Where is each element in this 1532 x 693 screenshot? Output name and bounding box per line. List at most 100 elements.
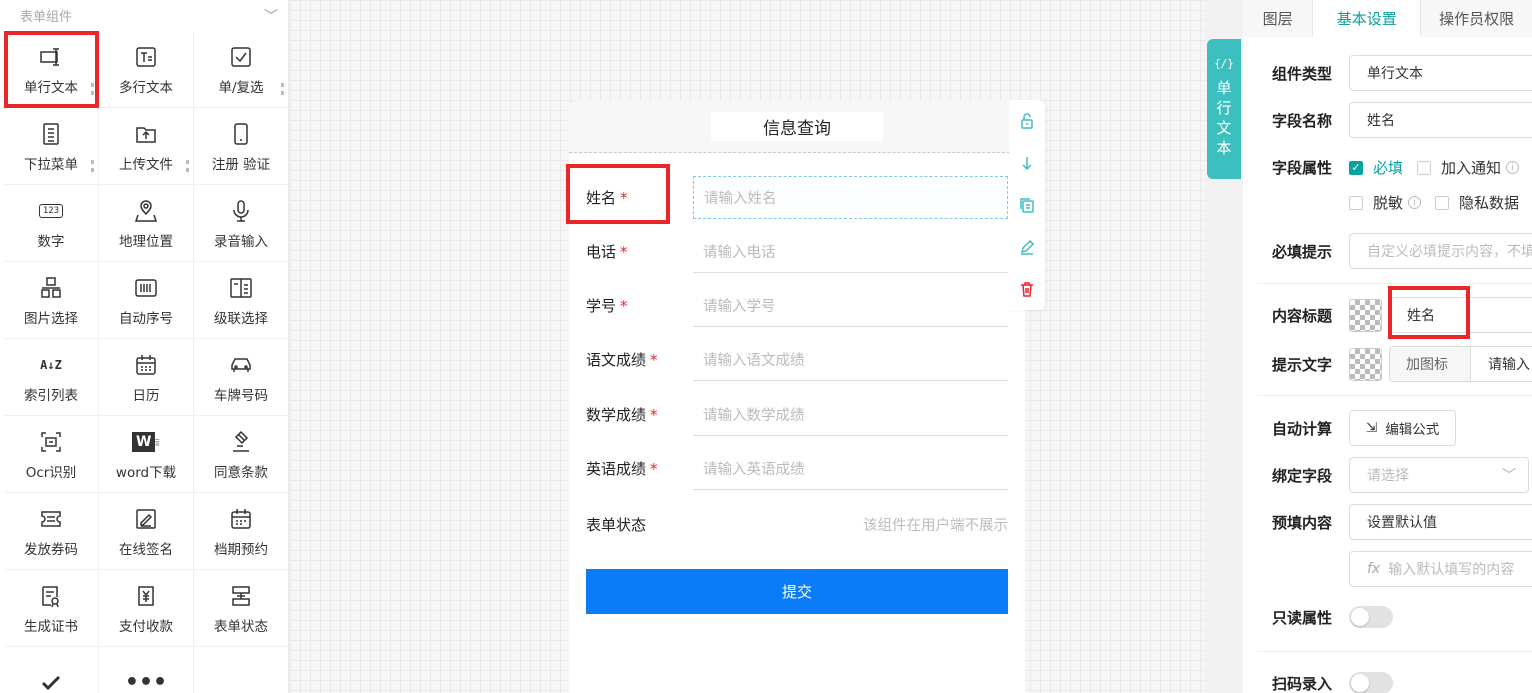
- color-swatch[interactable]: [1349, 347, 1382, 381]
- palette-item-signature[interactable]: 在线签名: [99, 493, 194, 570]
- palette-item-label: 图片选择: [24, 310, 78, 327]
- palette-item-booking[interactable]: 档期预约: [194, 493, 288, 570]
- form-title[interactable]: 信息查询: [711, 111, 883, 141]
- palette-item-label: 单/复选: [218, 79, 264, 96]
- form-preview: 信息查询 姓名 * 请输入姓名 电话 * 请输入电话 学号 * 请输入学号 语文成绩 *…: [566, 100, 1025, 693]
- palette-item-label: 发放券码: [24, 541, 78, 558]
- palette-item-label: 下拉菜单: [24, 156, 78, 173]
- tab-basic-settings[interactable]: 基本设置: [1312, 0, 1422, 37]
- palette-item-image-select[interactable]: 图片选择: [4, 262, 99, 339]
- component-type-tag[interactable]: {/} 单 行 文 本: [1207, 39, 1241, 179]
- palette-item-cascade[interactable]: 级联选择: [194, 262, 288, 339]
- palette-item-location[interactable]: 地理位置: [99, 185, 194, 262]
- palette-item-more[interactable]: •••: [99, 647, 194, 693]
- highlight-box: [1388, 286, 1470, 339]
- palette-item-license-plate[interactable]: 车牌号码: [194, 339, 288, 416]
- dropdown-list-icon: [37, 120, 65, 148]
- field-input[interactable]: 请输入语文成绩: [693, 338, 1008, 381]
- form-field-english-score[interactable]: 英语成绩 * 请输入英语成绩: [586, 447, 1008, 490]
- field-label: 电话 *: [586, 243, 628, 261]
- component-type-label: 组件类型: [1272, 64, 1333, 83]
- palette-item-payment[interactable]: 支付收款: [99, 570, 194, 647]
- palette-header[interactable]: 表单组件 ﹀: [0, 0, 288, 31]
- hint-text-input[interactable]: 请输入: [1471, 346, 1532, 382]
- field-input[interactable]: 请输入姓名: [693, 176, 1008, 219]
- scan-toggle[interactable]: [1349, 672, 1393, 693]
- status-hint: 该组件在用户端不展示: [863, 518, 1008, 534]
- drag-handle-icon[interactable]: [281, 83, 284, 95]
- unlock-icon[interactable]: [1009, 100, 1045, 142]
- prefill-select[interactable]: 设置默认值: [1349, 504, 1532, 540]
- prefill-row: 预填内容 设置默认值: [1272, 504, 1532, 540]
- palette-item-single-line-text[interactable]: 单行文本: [4, 31, 99, 108]
- field-input[interactable]: 请输入数学成绩: [693, 393, 1008, 436]
- palette-item-upload[interactable]: 上传文件: [99, 108, 194, 185]
- add-icon-button[interactable]: 加图标: [1389, 346, 1471, 382]
- form-field-math-score[interactable]: 数学成绩 * 请输入数学成绩: [586, 393, 1008, 436]
- bind-field-select[interactable]: 请选择 ﹀: [1349, 457, 1529, 493]
- palette-item-auto-number[interactable]: 自动序号: [99, 262, 194, 339]
- palette-item-multi-line-text[interactable]: 多行文本: [99, 31, 194, 108]
- palette-item-label: word下载: [115, 464, 177, 481]
- field-input[interactable]: 请输入英语成绩: [693, 447, 1008, 490]
- desensitize-checkbox[interactable]: 脱敏 i: [1349, 192, 1422, 213]
- form-field-status[interactable]: 表单状态 该组件在用户端不展示: [586, 503, 1008, 546]
- palette-item-register-verify[interactable]: 注册 验证: [194, 108, 288, 185]
- gavel-icon: [227, 428, 255, 456]
- component-type-row: 组件类型 单行文本: [1272, 55, 1532, 91]
- palette-item-agree-terms[interactable]: 同意条款: [194, 416, 288, 493]
- form-status-icon: [227, 582, 255, 610]
- palette-item-ocr[interactable]: Ocr识别: [4, 416, 99, 493]
- field-input[interactable]: 请输入电话: [693, 230, 1008, 273]
- field-input[interactable]: 请输入学号: [693, 284, 1008, 327]
- tab-operator-permissions[interactable]: 操作员权限: [1421, 0, 1532, 37]
- palette-item-form-status[interactable]: 表单状态: [194, 570, 288, 647]
- edit-formula-button[interactable]: ⇲ 编辑公式: [1349, 410, 1457, 446]
- palette-item-label: 单行文本: [24, 79, 78, 96]
- palette-item-coupon[interactable]: 发放券码: [4, 493, 99, 570]
- car-icon: [227, 351, 255, 379]
- drag-handle-icon[interactable]: [186, 160, 189, 172]
- palette-item-label: 在线签名: [119, 541, 173, 558]
- palette-item-index-list[interactable]: A↓Z 索引列表: [4, 339, 99, 416]
- tab-layers[interactable]: 图层: [1243, 0, 1313, 37]
- tag-char: 本: [1216, 139, 1232, 157]
- tag-char: 单: [1216, 79, 1232, 97]
- form-field-phone[interactable]: 电话 * 请输入电话: [586, 230, 1008, 273]
- chevron-down-icon[interactable]: ﹀: [264, 6, 278, 26]
- default-value-input[interactable]: fx 输入默认填写的内容: [1349, 551, 1532, 587]
- palette-item-checkbox[interactable]: 单/复选: [194, 31, 288, 108]
- move-down-icon[interactable]: [1009, 142, 1045, 184]
- copy-icon[interactable]: [1009, 184, 1045, 226]
- sort-az-icon: A↓Z: [40, 357, 62, 372]
- palette-item-calendar[interactable]: 日历: [99, 339, 194, 416]
- readonly-toggle[interactable]: [1349, 606, 1393, 628]
- form-field-chinese-score[interactable]: 语文成绩 * 请输入语文成绩: [586, 338, 1008, 381]
- palette-grid: 单行文本 多行文本 单/复选 下拉菜单 上传文件 注册 验证 123 数字 地理…: [0, 31, 288, 693]
- notify-checkbox[interactable]: 加入通知 i: [1417, 157, 1520, 178]
- settings-tabs: 图层 基本设置 操作员权限: [1243, 0, 1532, 37]
- color-swatch[interactable]: [1349, 298, 1382, 332]
- palette-item-label: 级联选择: [214, 310, 268, 327]
- delete-icon[interactable]: [1009, 268, 1045, 310]
- required-hint-input[interactable]: 自定义必填提示内容，不填: [1349, 233, 1532, 269]
- drag-handle-icon[interactable]: [91, 160, 94, 172]
- palette-item-check[interactable]: [4, 647, 99, 693]
- field-name-input[interactable]: 姓名: [1349, 102, 1532, 138]
- form-title-bar[interactable]: 信息查询: [569, 100, 1025, 153]
- tag-char: 文: [1216, 119, 1232, 137]
- palette-item-number[interactable]: 123 数字: [4, 185, 99, 262]
- palette-item-word-download[interactable]: W word下载: [99, 416, 194, 493]
- design-canvas[interactable]: 信息查询 姓名 * 请输入姓名 电话 * 请输入电话 学号 * 请输入学号 语文成绩 *…: [290, 0, 1205, 693]
- required-checkbox[interactable]: ✓ 必填: [1349, 157, 1403, 178]
- drag-handle-icon[interactable]: [91, 83, 94, 95]
- palette-item-dropdown[interactable]: 下拉菜单: [4, 108, 99, 185]
- submit-button[interactable]: 提交: [586, 569, 1008, 614]
- edit-icon[interactable]: [1009, 226, 1045, 268]
- hint-text-row: 提示文字 加图标 请输入: [1272, 346, 1532, 382]
- form-field-student-id[interactable]: 学号 * 请输入学号: [586, 284, 1008, 327]
- palette-item-certificate[interactable]: 生成证书: [4, 570, 99, 647]
- privacy-checkbox[interactable]: 隐私数据: [1435, 192, 1519, 213]
- component-type-field[interactable]: 单行文本: [1349, 55, 1532, 91]
- palette-item-voice[interactable]: 录音输入: [194, 185, 288, 262]
